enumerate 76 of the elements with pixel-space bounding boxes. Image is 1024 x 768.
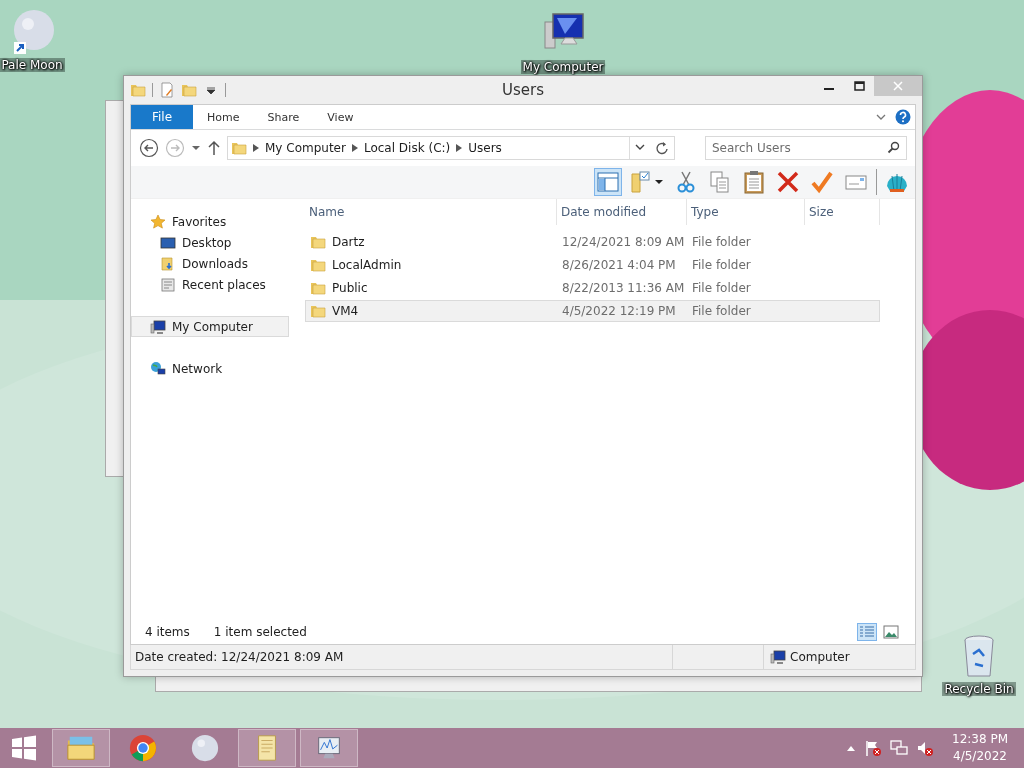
folder-icon — [231, 140, 247, 156]
folder-icon — [310, 280, 326, 296]
recent-places-icon — [160, 276, 176, 293]
search-field[interactable]: Search Users — [705, 136, 907, 160]
maximize-icon[interactable] — [853, 81, 865, 91]
file-row[interactable]: LocalAdmin 8/26/2021 4:04 PM File folder — [305, 254, 880, 276]
chevron-icon[interactable] — [351, 144, 358, 152]
file-row[interactable]: Public 8/22/2013 11:36 AM File folder — [305, 277, 880, 299]
recent-locations-dropdown[interactable] — [191, 143, 201, 153]
chrome-icon — [128, 733, 158, 763]
star-icon — [150, 213, 166, 230]
chevron-icon[interactable] — [456, 144, 463, 152]
windows-logo-icon[interactable] — [11, 735, 37, 761]
file-name: VM4 — [332, 304, 359, 318]
downloads-folder-icon — [160, 255, 176, 272]
caret-icon[interactable] — [654, 179, 664, 185]
navigation-item[interactable]: Network — [131, 358, 289, 379]
column-header[interactable]: Size — [805, 199, 880, 225]
navigation-item[interactable]: Desktop — [131, 232, 289, 253]
column-header[interactable]: Type — [687, 199, 805, 225]
ribbon-tab[interactable]: Home — [193, 105, 254, 129]
ribbon-tab[interactable]: Share — [253, 105, 314, 129]
thumbnails-view-button[interactable] — [881, 623, 901, 641]
type-cell-text: File folder — [691, 281, 752, 295]
computer-icon — [770, 649, 786, 665]
status-location: Computer — [790, 650, 850, 664]
show-hidden-icons[interactable] — [846, 744, 856, 752]
moon-icon — [190, 733, 220, 763]
window-title: Users — [502, 81, 544, 99]
properties-icon[interactable] — [159, 82, 175, 98]
selection-count: 1 item selected — [213, 625, 307, 639]
breadcrumb[interactable]: Users — [468, 141, 502, 155]
type-cell-text: File folder — [691, 304, 752, 318]
navigation-item[interactable]: My Computer — [131, 316, 289, 337]
desktop-icon — [160, 234, 176, 251]
chevron-icon[interactable] — [253, 144, 259, 152]
flag-icon[interactable] — [864, 739, 882, 757]
navigation-item[interactable]: Favorites — [131, 211, 289, 232]
file-name: Public — [332, 281, 368, 295]
file-menu-tab[interactable]: File — [131, 105, 194, 129]
date-cell-text: 4/5/2022 12:19 PM — [561, 304, 677, 318]
column-header[interactable]: Date modified — [557, 199, 687, 225]
type-cell-text: File folder — [691, 258, 752, 272]
help-icon[interactable] — [895, 109, 911, 125]
up-button[interactable] — [207, 140, 221, 156]
new-folder-icon — [181, 82, 197, 98]
breadcrumb[interactable]: Local Disk (C:) — [363, 141, 451, 155]
type-cell-text: File folder — [691, 235, 752, 249]
navigation-item[interactable]: Recent places — [131, 274, 289, 295]
file-name: Dartz — [332, 235, 365, 249]
ribbon-tab[interactable]: View — [313, 105, 368, 129]
column-header[interactable]: Name — [305, 199, 557, 225]
address-bar[interactable]: My Computer Local Disk (C:) Users — [227, 136, 675, 160]
folder-icon — [310, 303, 326, 319]
navigation-item[interactable]: Downloads — [131, 253, 289, 274]
taskbar-app[interactable] — [300, 729, 358, 767]
date-cell-text: 8/22/2013 11:36 AM — [561, 281, 686, 295]
file-row[interactable]: Dartz 12/24/2021 8:09 AM File folder — [305, 231, 880, 253]
clock-date[interactable]: 4/5/2022 — [953, 748, 1007, 765]
item-count: 4 items — [145, 625, 190, 639]
file-name: LocalAdmin — [332, 258, 402, 272]
back-button[interactable] — [139, 138, 159, 158]
breadcrumb[interactable]: My Computer — [265, 141, 346, 155]
folder-icon — [310, 257, 326, 273]
preview-pane-button[interactable] — [594, 168, 622, 196]
date-cell-text: 12/24/2021 8:09 AM — [561, 235, 686, 249]
computer-icon — [150, 318, 166, 335]
folder-icon — [130, 82, 146, 98]
folder-icon — [310, 234, 326, 250]
status-details: Date created: 12/24/2021 8:09 AM — [135, 650, 344, 664]
network-icon[interactable] — [890, 739, 908, 757]
date-cell-text: 8/26/2021 4:04 PM — [561, 258, 677, 272]
taskbar-app[interactable] — [238, 729, 296, 767]
network-icon — [150, 360, 166, 377]
file-row[interactable]: VM4 4/5/2022 12:19 PM File folder — [305, 300, 880, 322]
clock-time[interactable]: 12:38 PM — [952, 731, 1008, 748]
